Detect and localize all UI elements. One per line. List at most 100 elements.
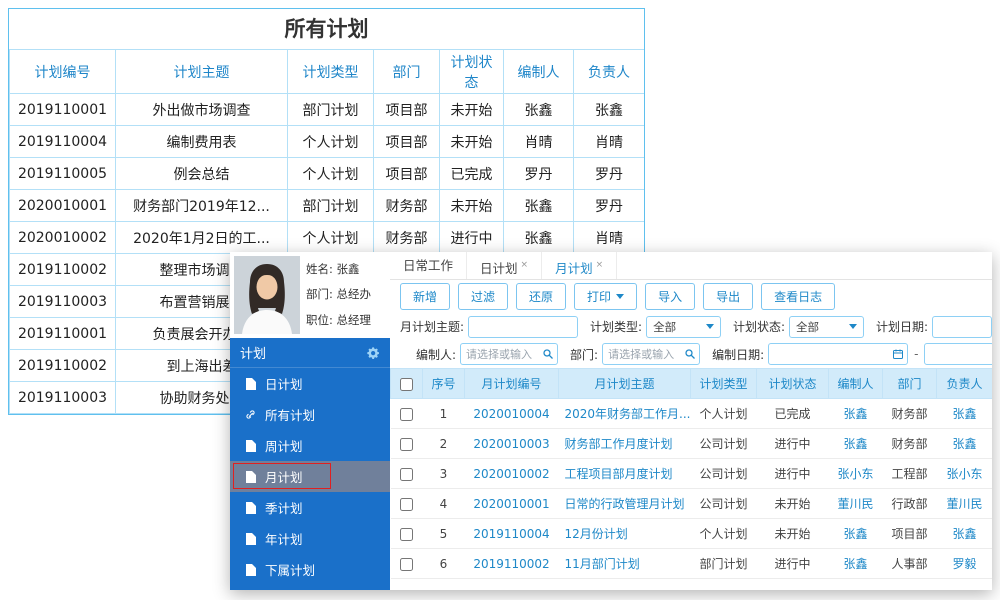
plan-id-link[interactable]: 2019110002 (473, 557, 549, 571)
column-header-no: 序号 (422, 368, 465, 399)
sidebar-item-label: 年计划 (265, 532, 303, 547)
calendar-icon[interactable] (892, 348, 904, 360)
cell: 张鑫 (573, 93, 644, 126)
plan-date-input[interactable] (932, 315, 992, 338)
column-header-type: 计划类型 (690, 368, 757, 399)
status-select[interactable]: 全部 (789, 315, 864, 338)
close-icon[interactable]: × (521, 260, 529, 270)
owner-link[interactable]: 罗毅 (952, 557, 976, 571)
cell: 项目部 (373, 93, 440, 126)
print-button[interactable]: 打印 (574, 283, 638, 310)
sidebar-item-year-plan[interactable]: 年计划 (230, 523, 390, 554)
table-row[interactable]: 2019110001 外出做市场调查 部门计划 项目部 未开始 张鑫 张鑫 (9, 93, 644, 126)
search-icon[interactable] (684, 348, 696, 360)
row-checkbox[interactable] (400, 497, 413, 511)
plan-id-link[interactable]: 2019110004 (473, 527, 549, 541)
sidebar-item-day-plan[interactable]: 日计划 (230, 368, 390, 399)
cell: 张鑫 (503, 189, 574, 222)
cell: 项目部 (373, 125, 440, 158)
tab-day-plan[interactable]: 日计划 × (467, 252, 543, 279)
plan-id-link[interactable]: 2020010001 (473, 497, 549, 511)
plan-subject-link[interactable]: 12月份计划 (565, 527, 628, 541)
type-select[interactable]: 全部 (646, 315, 721, 338)
cell: 董川民 (828, 488, 883, 519)
sidebar-item-month-plan[interactable]: 月计划 (230, 461, 390, 492)
add-button[interactable]: 新增 (400, 283, 451, 310)
creator-link[interactable]: 董川民 (837, 497, 873, 511)
creator-link[interactable]: 张鑫 (843, 557, 867, 571)
cell: 进行中 (756, 548, 829, 579)
plan-id-link[interactable]: 2020010002 (473, 467, 549, 481)
plan-subject-link[interactable]: 工程项目部月度计划 (565, 467, 673, 481)
sidebar-item-label: 下属计划 (265, 563, 316, 578)
owner-link[interactable]: 董川民 (946, 497, 982, 511)
cell: 进行中 (756, 458, 829, 489)
close-icon[interactable]: × (596, 260, 604, 270)
view-log-button[interactable]: 查看日志 (761, 283, 836, 310)
sidebar-item-subordinate-plans[interactable]: 下属计划 (230, 554, 390, 585)
filter-button[interactable]: 过滤 (458, 283, 509, 310)
plan-id-link[interactable]: 2020010004 (473, 407, 549, 421)
select-all-checkbox[interactable] (400, 377, 413, 391)
gear-icon[interactable] (366, 346, 380, 360)
creator-link[interactable]: 张鑫 (843, 437, 867, 451)
export-button[interactable]: 导出 (703, 283, 754, 310)
reset-button[interactable]: 还原 (516, 283, 567, 310)
create-date-to-input[interactable] (924, 343, 992, 365)
row-checkbox[interactable] (400, 557, 413, 571)
cell: 2019110004 (464, 518, 559, 549)
owner-link[interactable]: 张鑫 (952, 407, 976, 421)
plan-subject-link[interactable]: 日常的行政管理月计划 (565, 497, 685, 511)
row-checkbox[interactable] (400, 467, 413, 481)
sidebar-item-all-plans[interactable]: 所有计划 (230, 399, 390, 430)
subject-filter-label: 月计划主题: (400, 320, 465, 334)
cell: 4 (422, 488, 465, 519)
table-row[interactable]: 2020010002 2020年1月2日的工... 个人计划 财务部 进行中 张鑫 肖晴 (9, 221, 644, 254)
file-icon (244, 470, 257, 483)
subject-filter-input[interactable] (468, 315, 579, 338)
creator-link[interactable]: 张鑫 (843, 407, 867, 421)
plan-subject-link[interactable]: 财务部工作月度计划 (565, 437, 673, 451)
create-date-from-input[interactable] (768, 343, 909, 365)
sidebar-item-quarter-plan[interactable]: 季计划 (230, 492, 390, 523)
sidebar-item-week-plan[interactable]: 周计划 (230, 430, 390, 461)
creator-link[interactable]: 张小东 (837, 467, 873, 481)
table-row[interactable]: 2020010001 财务部门2019年12... 部门计划 财务部 未开始 张鑫 罗丹 (9, 189, 644, 222)
import-button[interactable]: 导入 (645, 283, 696, 310)
owner-link[interactable]: 张鑫 (952, 437, 976, 451)
tab-month-plan[interactable]: 月计划 × (542, 252, 618, 279)
plan-subject-link[interactable]: 2020年财务部工作月... (565, 407, 691, 421)
sidebar-item-label: 日计划 (265, 377, 303, 392)
row-checkbox[interactable] (400, 437, 413, 451)
avatar (234, 256, 300, 334)
cell: 工程部 (882, 458, 937, 489)
owner-link[interactable]: 张鑫 (952, 527, 976, 541)
search-icon[interactable] (542, 348, 554, 360)
cell: 2020010001 (464, 488, 559, 519)
tab-daily-work[interactable]: 日常工作 (390, 252, 468, 279)
sidebar-item-label: 月计划 (265, 470, 303, 485)
owner-link[interactable]: 张小东 (946, 467, 982, 481)
dept-search (602, 343, 701, 365)
plan-subject-link[interactable]: 11月部门计划 (565, 557, 640, 571)
cell: 财务部 (882, 398, 937, 429)
plan-id-link[interactable]: 2020010003 (473, 437, 549, 451)
create-date-filter-label: 编制日期: (712, 347, 765, 362)
profile-info: 姓名: 张鑫 部门: 总经办 职位: 总经理 (306, 257, 371, 333)
table-row: 5 2019110004 12月份计划 个人计划 未开始 张鑫 项目部 张鑫 (390, 518, 992, 549)
column-header-subject: 月计划主题 (558, 368, 691, 399)
table-row[interactable]: 2019110005 例会总结 个人计划 项目部 已完成 罗丹 罗丹 (9, 157, 644, 190)
cell: 1 (422, 398, 465, 429)
table-row[interactable]: 2019110004 编制费用表 个人计划 项目部 未开始 肖晴 肖晴 (9, 125, 644, 158)
creator-link[interactable]: 张鑫 (843, 527, 867, 541)
nav-section-plan[interactable]: 计划 (230, 338, 390, 368)
row-checkbox[interactable] (400, 527, 413, 541)
filter-row-2: 编制人: 部门: 编制日期: - (390, 340, 992, 368)
cell: 财务部 (373, 189, 440, 222)
cell: 2019110002 (464, 548, 559, 579)
cell: 2020010002 (9, 221, 116, 254)
row-checkbox[interactable] (400, 407, 413, 421)
cell: 部门计划 (690, 548, 757, 579)
cell: 个人计划 (287, 125, 374, 158)
cell: 未开始 (439, 93, 504, 126)
